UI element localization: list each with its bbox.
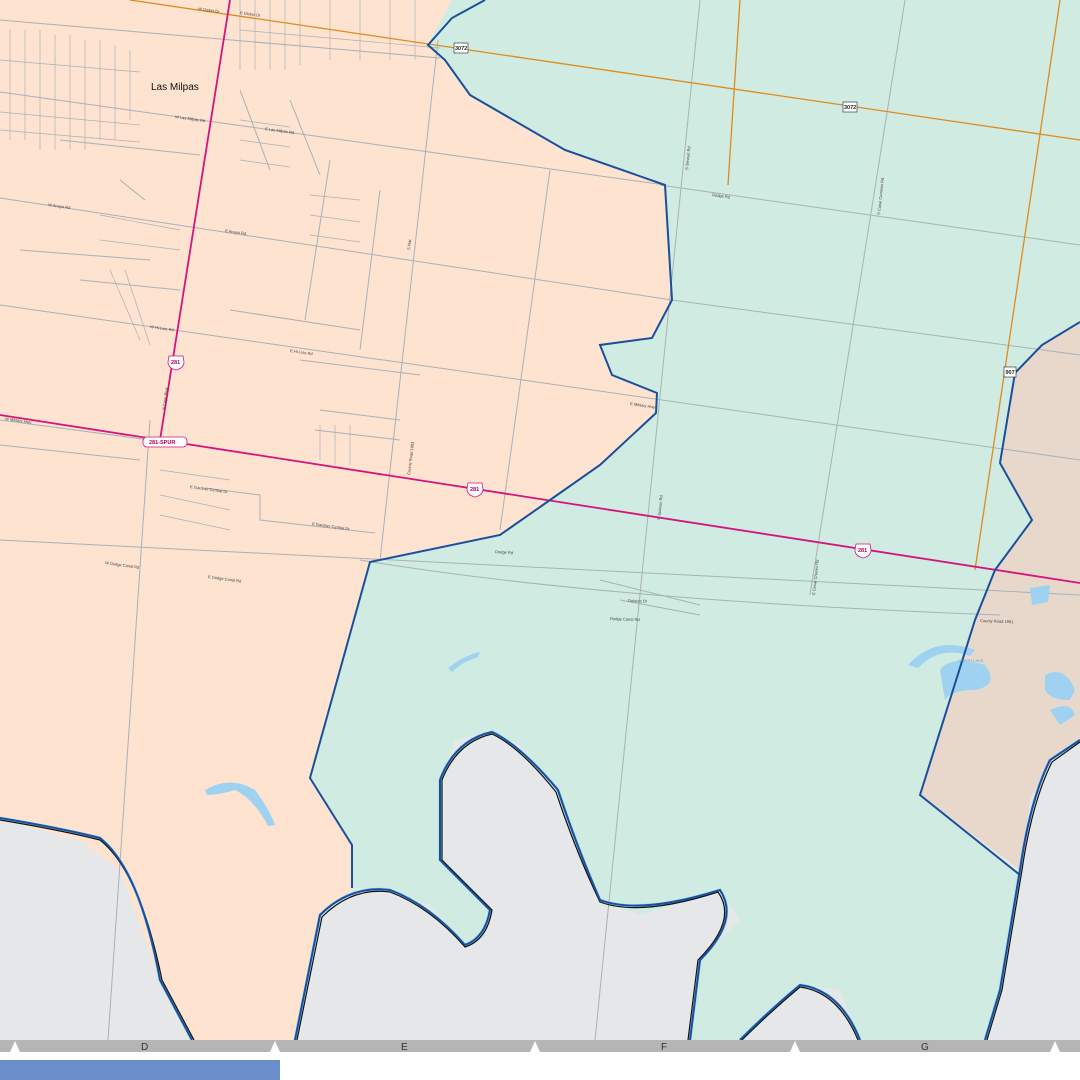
lake-label: NORTH LAKE [958,658,984,663]
legend-bar[interactable] [0,1060,280,1080]
shield-label: 281 [171,360,180,366]
street-label: Dolores Dr [628,598,648,604]
shield-label: 281 [470,487,479,493]
route-shield-fm: 3072 [842,101,858,113]
grid-column-label: E [401,1042,408,1053]
shield-label: 3072 [844,105,856,111]
city-label: Las Milpas [151,82,199,93]
street-label: Dodge Canal Rd [610,616,640,622]
map-canvas[interactable]: W Dicker Dr E Dicker Dr W Las Milpas Rd … [0,0,1080,1080]
route-shield-us: 281 [167,355,185,371]
grid-column-label: G [921,1042,929,1053]
grid-column-bar: D E F G [0,1040,1080,1053]
shield-label: 3072 [455,46,467,52]
route-shield-fm: 907 [1003,366,1017,378]
route-shield-us: 281 [854,543,872,559]
grid-column-label: D [141,1042,148,1053]
shield-label: 907 [1006,370,1015,376]
grid-column-label: F [661,1042,667,1053]
route-shield-us: 281 [466,482,484,498]
route-shield-us: 281-SPUR [142,436,188,448]
route-shield-fm: 3072 [453,42,469,54]
shield-label: 281 [858,548,867,554]
shield-label: 281-SPUR [149,440,175,446]
